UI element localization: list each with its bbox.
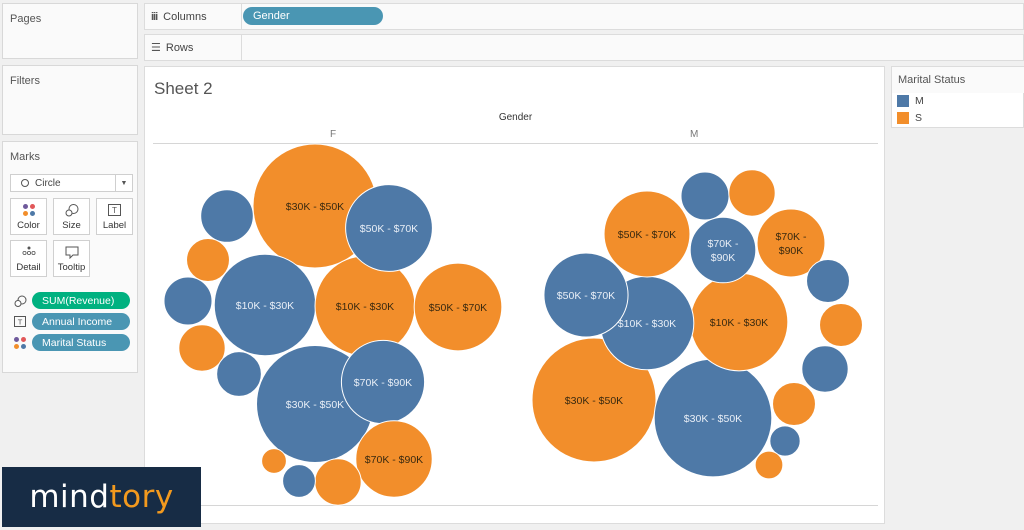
logo-text-part1: mind xyxy=(29,479,110,515)
filters-title: Filters xyxy=(10,75,40,87)
size-button[interactable]: Size xyxy=(53,198,90,235)
tooltip-button-label: Tooltip xyxy=(57,262,86,273)
detail-button[interactable]: Detail xyxy=(10,240,47,277)
marks-field-revenue: SUM(Revenue) xyxy=(13,291,130,310)
marks-field-annual-income: T Annual Income xyxy=(13,312,130,331)
bubble-f-m[interactable] xyxy=(200,189,254,243)
rows-shelf[interactable]: ☰ Rows xyxy=(144,34,1024,61)
bubble-f-s[interactable] xyxy=(178,324,226,372)
mindtory-logo: mind tory xyxy=(2,467,201,527)
columns-icon: iii xyxy=(151,10,158,23)
color-icon xyxy=(11,204,46,216)
marks-field-marital-status: Marital Status xyxy=(13,333,130,352)
bubble-label: $90K xyxy=(779,245,804,257)
bubble-label: $70K - xyxy=(708,238,739,250)
bubble-label: $90K xyxy=(711,252,736,264)
size-icon xyxy=(13,295,27,307)
size-icon xyxy=(54,204,89,217)
tooltip-icon xyxy=(54,246,89,259)
bubble-label: $10K - $30K xyxy=(710,317,768,329)
mark-type-dropdown[interactable]: Circle ▼ xyxy=(10,174,133,192)
bubble-m-m[interactable] xyxy=(680,171,730,221)
circle-icon xyxy=(21,179,29,187)
legend-item-m[interactable]: M xyxy=(897,95,924,107)
color-icon xyxy=(13,336,27,349)
svg-text:T: T xyxy=(112,206,117,215)
bubble-chart: $30K - $50K $30K - $50K $10K - $30K $10K - … xyxy=(163,143,863,506)
legend-swatch-s xyxy=(897,112,909,124)
bubble-label: $30K - $50K xyxy=(286,399,344,411)
bubble-m-m[interactable] xyxy=(801,345,849,393)
bubble-m-m[interactable] xyxy=(689,216,757,284)
mark-type-value: Circle xyxy=(35,177,61,189)
bubble-f-m[interactable] xyxy=(282,464,316,498)
bubble-label: $70K - $90K xyxy=(365,454,423,466)
bubble-label: $50K - $70K xyxy=(557,290,615,302)
bubble-label: $30K - $50K xyxy=(286,201,344,213)
legend-label-s: S xyxy=(915,112,923,124)
chevron-down-icon[interactable]: ▼ xyxy=(115,175,132,191)
columns-label-text: Columns xyxy=(163,10,207,23)
filters-panel[interactable]: Filters xyxy=(2,65,138,135)
legend-item-s[interactable]: S xyxy=(897,112,922,124)
bubble-label: $30K - $50K xyxy=(684,413,742,425)
logo-text-part2: tory xyxy=(109,479,174,515)
bubble-f-s[interactable] xyxy=(261,448,287,474)
bubble-label: $50K - $70K xyxy=(429,302,487,314)
bubble-label: $10K - $30K xyxy=(236,300,294,312)
columns-label: iii Columns xyxy=(145,4,242,29)
bubble-label: $10K - $30K xyxy=(336,301,394,313)
bubble-f-m[interactable] xyxy=(163,276,213,326)
worksheet-view: Sheet 2 Gender F M $30K - $50K $30K - $50… xyxy=(144,66,885,524)
bubble-f-s[interactable] xyxy=(186,238,230,282)
detail-icon xyxy=(11,246,46,256)
svg-text:T: T xyxy=(18,318,23,327)
bubble-label: $70K - xyxy=(776,231,807,243)
bubble-label: $50K - $70K xyxy=(618,229,676,241)
color-button[interactable]: Color xyxy=(10,198,47,235)
bubble-m-s[interactable] xyxy=(728,169,776,217)
color-button-label: Color xyxy=(17,220,40,231)
annual-income-pill[interactable]: Annual Income xyxy=(32,313,130,330)
revenue-pill[interactable]: SUM(Revenue) xyxy=(32,292,130,309)
bubble-m-s[interactable] xyxy=(819,303,863,347)
marks-panel: Marks Circle ▼ Color Size T Label Detail… xyxy=(2,141,138,373)
bubble-m-s[interactable] xyxy=(772,382,816,426)
label-button[interactable]: T Label xyxy=(96,198,133,235)
label-icon: T xyxy=(13,316,27,327)
bubble-label: $30K - $50K xyxy=(565,395,623,407)
legend-label-m: M xyxy=(915,95,924,107)
bubble-label: $10K - $30K xyxy=(618,318,676,330)
bubble-f-m[interactable] xyxy=(216,351,262,397)
size-button-label: Size xyxy=(62,220,81,231)
legend-swatch-m xyxy=(897,95,909,107)
columns-shelf[interactable]: iii Columns Gender xyxy=(144,3,1024,30)
bubble-m-m[interactable] xyxy=(769,425,801,457)
rows-label: ☰ Rows xyxy=(145,35,242,60)
bubble-label: $70K - $90K xyxy=(354,377,412,389)
bubble-f-s[interactable] xyxy=(314,458,362,506)
legend-title: Marital Status xyxy=(892,67,1024,93)
rows-icon: ☰ xyxy=(151,42,161,54)
pages-title: Pages xyxy=(10,13,42,25)
rows-label-text: Rows xyxy=(165,41,194,54)
label-icon: T xyxy=(97,204,132,216)
marks-title: Marks xyxy=(10,151,40,163)
marital-status-pill[interactable]: Marital Status xyxy=(32,334,130,351)
pages-panel[interactable]: Pages xyxy=(2,3,138,59)
label-button-label: Label xyxy=(102,220,127,231)
marital-status-legend: Marital Status M S xyxy=(891,66,1024,128)
bubble-m-s[interactable] xyxy=(754,450,784,480)
detail-button-label: Detail xyxy=(16,262,41,273)
gender-pill[interactable]: Gender xyxy=(243,7,383,25)
bubble-label: $50K - $70K xyxy=(360,223,418,235)
bubble-m-m[interactable] xyxy=(806,259,850,303)
tooltip-button[interactable]: Tooltip xyxy=(53,240,90,277)
